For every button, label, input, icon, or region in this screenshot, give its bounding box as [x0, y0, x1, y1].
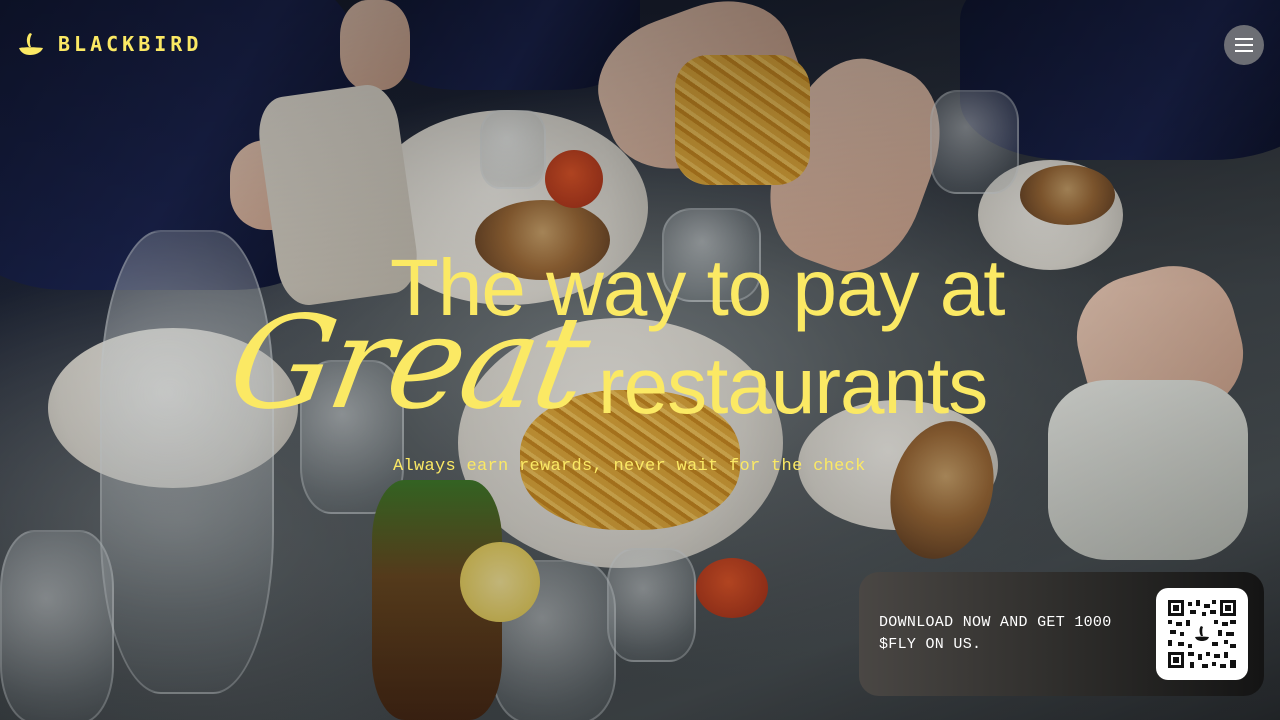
brand-name: BLACKBIRD: [58, 32, 203, 56]
brand-logo[interactable]: BLACKBIRD: [18, 32, 202, 56]
menu-button[interactable]: [1224, 25, 1264, 65]
hero-headline-line2: restaurants: [598, 341, 988, 430]
hero-headline-script-word: Great: [218, 289, 598, 438]
hamburger-menu-icon: [1235, 36, 1253, 54]
qr-code[interactable]: [1156, 588, 1248, 680]
qr-code-icon: [1168, 600, 1236, 668]
hero-subtitle: Always earn rewards, never wait for the …: [393, 457, 866, 476]
download-card[interactable]: DOWNLOAD NOW AND GET 1000 $FLY ON US.: [859, 572, 1264, 696]
blackbird-logo-icon: [18, 32, 44, 56]
download-card-text: DOWNLOAD NOW AND GET 1000 $FLY ON US.: [879, 614, 1112, 653]
